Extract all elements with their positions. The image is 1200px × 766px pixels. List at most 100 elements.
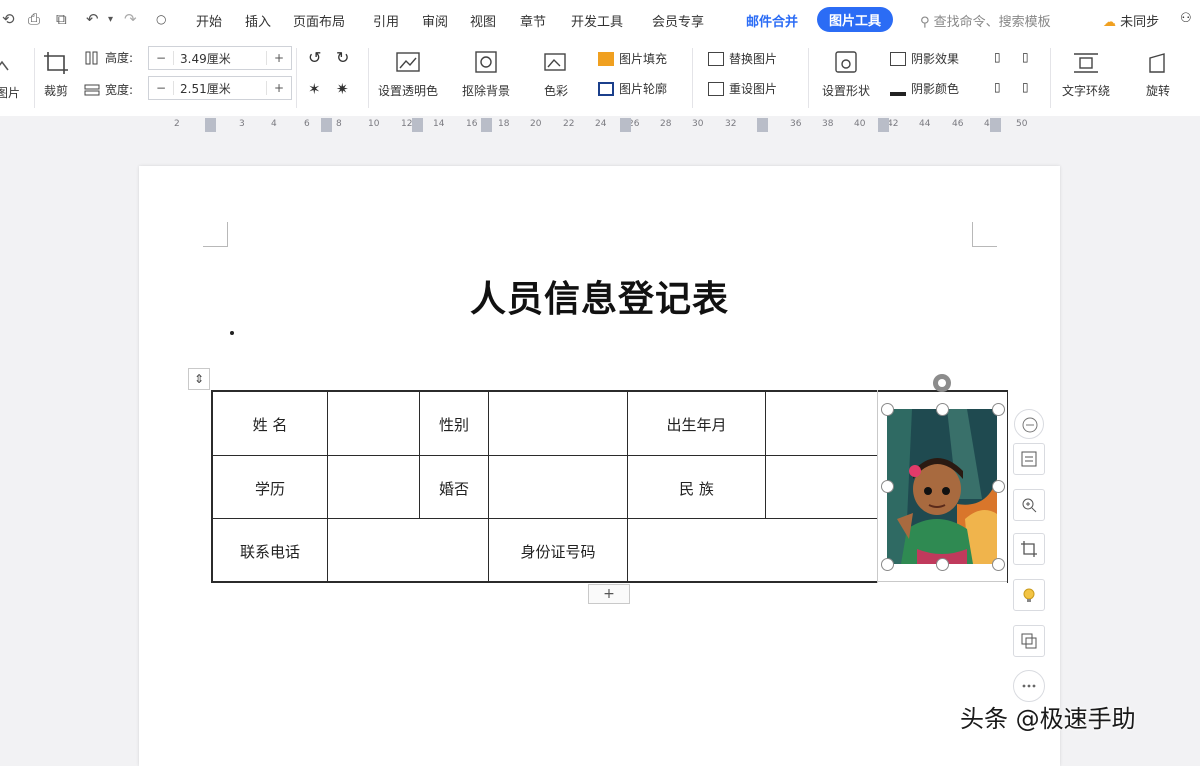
ruler-tick: 38 bbox=[822, 119, 834, 129]
crop-button[interactable]: 裁剪 bbox=[42, 50, 70, 99]
tab-view[interactable]: 视图 bbox=[470, 11, 496, 30]
crop-picture-button[interactable] bbox=[1013, 533, 1045, 565]
ruler-tick: 12 bbox=[401, 119, 413, 129]
table-cell-marital-label[interactable]: 婚否 bbox=[420, 478, 488, 499]
ruler-column-marker[interactable] bbox=[481, 118, 492, 132]
rotate-left-icon[interactable]: ↺ bbox=[308, 48, 321, 67]
tab-member[interactable]: 会员专享 bbox=[652, 11, 704, 30]
document-page[interactable]: 人员信息登记表 ⇕ 姓 名 性别 出生年月 学历 婚否 民 族 联系电话 身份证… bbox=[139, 166, 1060, 766]
picture-outline-button[interactable]: 图片轮廓 bbox=[598, 80, 667, 97]
shadow-nudge-left-icon[interactable]: ▯ bbox=[994, 80, 1001, 94]
margin-corner-marker bbox=[203, 222, 228, 247]
tab-home[interactable]: 开始 bbox=[196, 11, 222, 30]
shadow-nudge-up-icon[interactable]: ▯ bbox=[994, 50, 1001, 64]
tab-picture-tools[interactable]: 图片工具 bbox=[817, 7, 894, 32]
more-quick-icon[interactable]: ○ bbox=[156, 12, 166, 26]
picture-to-text-button[interactable] bbox=[1013, 625, 1045, 657]
height-increase-button[interactable]: + bbox=[266, 51, 291, 65]
height-value[interactable]: 3.49厘米 bbox=[174, 50, 266, 67]
color-button[interactable]: 色彩 bbox=[542, 50, 570, 99]
text-wrap-button[interactable]: 文字环绕 bbox=[1062, 50, 1110, 99]
shadow-color-button[interactable]: 阴影颜色 bbox=[890, 80, 959, 97]
table-border bbox=[877, 390, 878, 583]
table-cell-id-label[interactable]: 身份证号码 bbox=[489, 541, 627, 562]
insert-picture-button[interactable]: 图片 bbox=[0, 52, 22, 101]
table-cell-phone-label[interactable]: 联系电话 bbox=[213, 541, 327, 562]
tab-page-layout[interactable]: 页面布局 bbox=[293, 11, 345, 30]
ruler-column-marker[interactable] bbox=[757, 118, 768, 132]
add-table-row-button[interactable]: + bbox=[588, 584, 630, 604]
tab-review[interactable]: 审阅 bbox=[422, 11, 448, 30]
shadow-nudge-down-icon[interactable]: ▯ bbox=[1022, 80, 1029, 94]
undo-history-icon[interactable]: ⟲ bbox=[2, 10, 15, 28]
table-cell-gender-label[interactable]: 性别 bbox=[420, 414, 488, 435]
table-move-handle[interactable]: ⇕ bbox=[188, 368, 210, 390]
width-value[interactable]: 2.51厘米 bbox=[174, 80, 266, 97]
resize-handle-bottom-right[interactable] bbox=[992, 558, 1005, 571]
width-decrease-button[interactable]: − bbox=[149, 81, 174, 95]
smart-tools-button[interactable] bbox=[1013, 579, 1045, 611]
table-cell-ethnicity-label[interactable]: 民 族 bbox=[628, 478, 765, 499]
resize-handle-left[interactable] bbox=[881, 480, 894, 493]
resize-handle-top[interactable] bbox=[936, 403, 949, 416]
shadow-nudge-right-icon[interactable]: ▯ bbox=[1022, 50, 1029, 64]
horizontal-ruler[interactable]: 2234681012141618202224262830323436384042… bbox=[0, 116, 1200, 136]
ruler-column-marker[interactable] bbox=[878, 118, 889, 132]
rotate-handle[interactable] bbox=[933, 374, 951, 392]
ruler-column-marker[interactable] bbox=[321, 118, 332, 132]
shadow-effect-button[interactable]: 阴影效果 bbox=[890, 50, 959, 67]
tab-references[interactable]: 引用 bbox=[373, 11, 399, 30]
tab-mail-merge[interactable]: 邮件合并 bbox=[746, 11, 798, 30]
rotate-button[interactable]: 旋转 bbox=[1144, 50, 1172, 99]
share-icon[interactable]: ⚇ bbox=[1180, 11, 1192, 26]
picture-fill-button[interactable]: 图片填充 bbox=[598, 50, 667, 67]
change-picture-button[interactable]: 替换图片 bbox=[708, 50, 777, 67]
ruler-column-marker[interactable] bbox=[412, 118, 423, 132]
cloud-sync-status[interactable]: ☁ 未同步 bbox=[1103, 11, 1159, 30]
tab-developer[interactable]: 开发工具 bbox=[571, 11, 623, 30]
zoom-picture-button[interactable] bbox=[1013, 489, 1045, 521]
ruler-tick: 46 bbox=[952, 119, 964, 129]
command-search[interactable]: ⚲ 查找命令、搜索模板 bbox=[920, 11, 1051, 30]
tab-sections[interactable]: 章节 bbox=[520, 11, 546, 30]
tab-insert[interactable]: 插入 bbox=[245, 11, 271, 30]
ruler-column-marker[interactable] bbox=[620, 118, 631, 132]
ruler-column-marker[interactable] bbox=[205, 118, 216, 132]
width-stepper[interactable]: − 2.51厘米 + bbox=[148, 76, 292, 100]
set-shape-button[interactable]: 设置形状 bbox=[822, 50, 870, 99]
collapse-toolbar-button[interactable] bbox=[1014, 409, 1044, 439]
remove-background-button[interactable]: 抠除背景 bbox=[462, 50, 510, 99]
document-title[interactable]: 人员信息登记表 bbox=[139, 270, 1060, 322]
rotate-right-icon[interactable]: ↻ bbox=[336, 48, 349, 67]
search-icon: ⚲ bbox=[920, 15, 930, 30]
ruler-column-marker[interactable] bbox=[990, 118, 1001, 132]
ruler-tick: 18 bbox=[498, 119, 510, 129]
resize-handle-top-left[interactable] bbox=[881, 403, 894, 416]
ruler-tick: 10 bbox=[368, 119, 380, 129]
contrast-icon[interactable]: ✷ bbox=[336, 80, 349, 98]
table-border bbox=[212, 455, 878, 456]
print-icon[interactable]: ⎙ bbox=[28, 10, 40, 28]
reset-picture-label: 重设图片 bbox=[729, 82, 778, 96]
height-decrease-button[interactable]: − bbox=[149, 51, 174, 65]
width-increase-button[interactable]: + bbox=[266, 81, 291, 95]
print-preview-icon[interactable]: ⧉ bbox=[56, 10, 67, 28]
set-transparent-color-button[interactable]: 设置透明色 bbox=[378, 50, 438, 99]
table-cell-name-label[interactable]: 姓 名 bbox=[213, 414, 327, 435]
undo-dropdown-icon[interactable]: ▾ bbox=[108, 14, 113, 25]
resize-handle-right[interactable] bbox=[992, 480, 1005, 493]
resize-handle-bottom-left[interactable] bbox=[881, 558, 894, 571]
layout-options-button[interactable] bbox=[1013, 443, 1045, 475]
table-cell-birth-label[interactable]: 出生年月 bbox=[628, 414, 765, 435]
more-options-button[interactable] bbox=[1013, 670, 1045, 702]
resize-handle-top-right[interactable] bbox=[992, 403, 1005, 416]
height-stepper[interactable]: − 3.49厘米 + bbox=[148, 46, 292, 70]
brightness-icon[interactable]: ✶ bbox=[308, 80, 321, 98]
profile-photo[interactable] bbox=[887, 409, 997, 564]
table-cell-education-label[interactable]: 学历 bbox=[213, 478, 327, 499]
redo-icon[interactable]: ↷ bbox=[124, 10, 137, 28]
undo-icon[interactable]: ↶ bbox=[86, 10, 99, 28]
resize-handle-bottom[interactable] bbox=[936, 558, 949, 571]
reset-picture-button[interactable]: 重设图片 bbox=[708, 80, 777, 97]
minus-circle-icon bbox=[1022, 417, 1038, 433]
